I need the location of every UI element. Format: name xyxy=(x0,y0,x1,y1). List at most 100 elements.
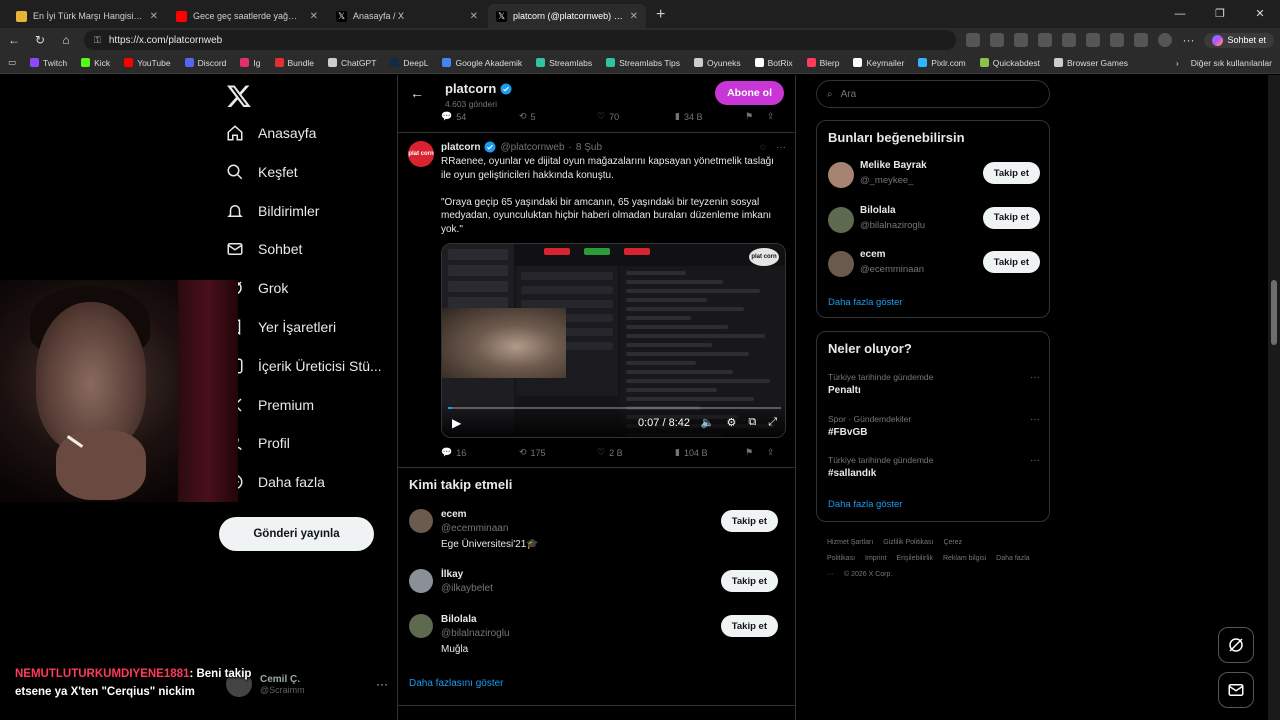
bookmark-item[interactable]: Kick xyxy=(81,58,110,68)
footer-link[interactable]: © 2026 X Corp. xyxy=(844,571,892,578)
bookmarks-menu-icon[interactable]: ▭ xyxy=(8,57,16,68)
home-button-icon[interactable]: ⌂ xyxy=(58,33,74,47)
nav-item-x-premium[interactable]: Premium xyxy=(226,396,314,414)
split-screen-icon[interactable] xyxy=(1086,33,1101,47)
bookmark-item[interactable]: Oyuneks xyxy=(694,58,741,68)
extension-icon[interactable] xyxy=(966,33,981,47)
downloads-icon[interactable] xyxy=(1134,33,1149,47)
who-to-follow-item[interactable]: İlkay @ilkaybelet Takip et xyxy=(409,569,789,615)
trend-item[interactable]: Türkiye tarihinde gündemde #sallandık ··· xyxy=(828,455,1040,479)
trend-item[interactable]: Türkiye tarihinde gündemde Penaltı ··· xyxy=(828,372,1040,396)
more-dots-icon[interactable]: ··· xyxy=(1030,455,1040,466)
new-tab-button[interactable]: + xyxy=(648,4,673,28)
footer-link[interactable]: Erişilebilirlik xyxy=(896,555,933,562)
tab-close-icon[interactable]: ✕ xyxy=(630,11,638,22)
views-button[interactable]: ▮ 34 B xyxy=(675,111,745,122)
footer-link[interactable]: Gizlilik Politikası xyxy=(883,539,933,546)
fullscreen-icon[interactable]: ⤢ xyxy=(768,416,777,429)
share-icon[interactable]: ⇪ xyxy=(767,111,775,122)
footer-link[interactable]: Hizmet Şartları xyxy=(827,539,873,546)
tab-close-icon[interactable]: ✕ xyxy=(310,11,318,22)
tab-close-icon[interactable]: ✕ xyxy=(150,11,158,22)
show-more-link[interactable]: Daha fazlasını göster xyxy=(409,678,504,689)
volume-icon[interactable]: 🔈 xyxy=(701,416,715,429)
more-dots-icon[interactable]: ··· xyxy=(1030,414,1040,425)
avatar[interactable] xyxy=(828,251,854,277)
nav-item-mail[interactable]: Sohbet xyxy=(226,240,302,258)
back-arrow-icon[interactable]: ← xyxy=(410,85,424,101)
bookmark-tweet-icon[interactable]: ⚑ xyxy=(745,447,767,458)
repost-button[interactable]: ⟲ 5 xyxy=(519,111,597,122)
collections-icon[interactable] xyxy=(1110,33,1125,47)
bookmark-item[interactable]: Ig xyxy=(240,58,261,68)
chevron-right-icon[interactable]: › xyxy=(1176,58,1179,68)
search-input[interactable]: ⌕ Ara xyxy=(816,80,1050,108)
site-info-icon[interactable]: ⚿ xyxy=(94,35,101,46)
x-logo-icon[interactable] xyxy=(226,83,252,109)
like-button[interactable]: ♡ 2 B xyxy=(597,447,675,458)
avatar[interactable] xyxy=(409,509,433,533)
bookmark-tweet-icon[interactable]: ⚑ xyxy=(745,111,767,122)
bookmark-item[interactable]: Pixlr.com xyxy=(918,58,966,68)
post-button[interactable]: Gönderi yayınla xyxy=(219,517,374,551)
grok-explain-icon[interactable]: ◌ xyxy=(760,142,766,153)
follow-button[interactable]: Takip et xyxy=(982,251,1040,273)
more-dots-icon[interactable]: ··· xyxy=(776,142,786,153)
footer-link[interactable]: Imprint xyxy=(865,555,886,562)
play-icon[interactable]: ▶ xyxy=(452,417,464,429)
bookmark-item[interactable]: Keymailer xyxy=(853,58,904,68)
trend-item[interactable]: Spor · Gündemdekiler #FBvGB ··· xyxy=(828,414,1040,438)
settings-gear-icon[interactable]: ⚙ xyxy=(726,416,736,429)
subscribe-button[interactable]: Abone ol xyxy=(715,81,784,105)
tweet-date[interactable]: 8 Şub xyxy=(576,142,602,153)
nav-item-bell[interactable]: Bildirimler xyxy=(226,202,319,220)
video-progress-bar[interactable] xyxy=(448,407,781,409)
maximize-icon[interactable]: ❐ xyxy=(1200,0,1240,28)
bookmark-item[interactable]: BotRix xyxy=(754,58,793,68)
browser-tab-active[interactable]: 𝕏 platcorn (@platcornweb) / X ✕ xyxy=(488,4,646,28)
grok-float-button[interactable] xyxy=(1218,627,1254,663)
copilot-chat-button[interactable]: Sohbet et xyxy=(1204,32,1274,48)
user-name[interactable]: ecem xyxy=(860,249,886,260)
more-dots-icon[interactable]: ··· xyxy=(1030,372,1040,383)
browser-tab[interactable]: Gece geç saatlerde yağmurda otoy ✕ xyxy=(168,4,326,28)
nav-item-studio[interactable]: İçerik Üreticisi Stü... xyxy=(226,357,382,375)
user-name[interactable]: ecem xyxy=(441,509,467,520)
url-field[interactable]: ⚿ https://x.com/platcornweb xyxy=(84,30,957,50)
scrollbar-thumb[interactable] xyxy=(1271,280,1277,345)
bookmark-item[interactable]: Blerp xyxy=(806,58,839,68)
bookmark-item[interactable]: Browser Games xyxy=(1054,58,1128,68)
browser-tab[interactable]: En İyi Türk Marşı Hangisi? - Tier Li ✕ xyxy=(8,4,166,28)
avatar[interactable] xyxy=(409,614,433,638)
other-bookmarks-label[interactable]: Diğer sık kullanılanlar xyxy=(1191,58,1272,68)
repost-button[interactable]: ⟲ 175 xyxy=(519,447,597,458)
nav-item-home[interactable]: Anasayfa xyxy=(226,124,316,142)
bookmark-item[interactable]: Streamlabs Tips xyxy=(606,58,680,68)
tweet-avatar[interactable]: plat corn xyxy=(408,141,434,167)
tweet-video[interactable]: plat corn ▶ 0:07 / 8:42 🔈 ⚙ ⧉ ⤢ xyxy=(441,243,786,438)
browser-tab[interactable]: 𝕏 Anasayfa / X ✕ xyxy=(328,4,486,28)
share-icon[interactable]: ⇪ xyxy=(767,447,775,458)
bookmark-item[interactable]: ChatGPT xyxy=(327,58,376,68)
who-to-follow-item[interactable]: Bilolala @bilalnaziroglu Muğla Takip et xyxy=(409,614,789,660)
who-to-follow-item[interactable]: ecem @ecemminaan Ege Üniversitesi'21🎓 Takip… xyxy=(409,509,789,555)
avatar[interactable] xyxy=(828,206,854,233)
page-scrollbar[interactable] xyxy=(1268,75,1280,720)
avatar[interactable] xyxy=(828,162,854,188)
window-close-icon[interactable]: ✕ xyxy=(1240,0,1280,28)
avatar[interactable] xyxy=(409,569,433,593)
profile-avatar-icon[interactable] xyxy=(1158,33,1173,47)
messages-float-button[interactable] xyxy=(1218,672,1254,708)
follow-button[interactable]: Takip et xyxy=(982,206,1040,229)
user-name[interactable]: İlkay xyxy=(441,569,463,580)
like-button[interactable]: ♡ 70 xyxy=(597,111,675,122)
bookmark-item[interactable]: YouTube xyxy=(124,58,171,68)
follow-button[interactable]: Takip et xyxy=(982,162,1040,184)
back-arrow-icon[interactable]: ← xyxy=(6,33,22,47)
suggestion-item[interactable]: ecem @ecemminaan Takip et xyxy=(828,249,1040,281)
follow-button[interactable]: Takip et xyxy=(720,615,778,637)
show-more-link[interactable]: Daha fazla göster xyxy=(828,499,902,510)
follow-button[interactable]: Takip et xyxy=(720,510,778,532)
tab-close-icon[interactable]: ✕ xyxy=(470,11,478,22)
bookmark-item[interactable]: Bundle xyxy=(274,58,314,68)
